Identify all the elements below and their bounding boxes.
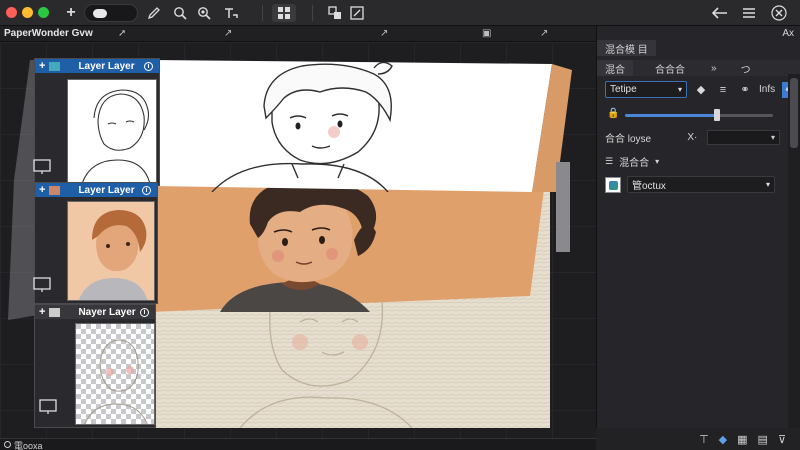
layer-thumbnail[interactable] [75, 323, 155, 425]
pen-icon[interactable] [146, 4, 162, 22]
add-layer-icon[interactable]: + [39, 185, 45, 196]
layer-select[interactable]: 管octux ▾ [627, 176, 775, 193]
scrollbar-thumb[interactable] [790, 78, 798, 148]
status-bar: 電ooxa [0, 438, 596, 450]
chevron-down-icon: ▾ [765, 180, 770, 189]
plus-icon[interactable]: + [64, 4, 78, 22]
layer-card[interactable]: + Layer Layer i [33, 58, 160, 186]
info-icon[interactable]: i [142, 185, 151, 195]
layers-icon[interactable]: ▤ [758, 433, 768, 446]
lock-icon[interactable]: 🔒 [607, 108, 619, 119]
opacity-slider-thumb[interactable] [714, 109, 720, 121]
eye-icon[interactable]: ◆ [719, 433, 727, 446]
property-select[interactable]: ▾ [707, 130, 780, 145]
add-layer-icon[interactable]: + [39, 61, 45, 72]
layer-select-value: 管octux [632, 181, 666, 192]
panel-header-tab[interactable]: 混合模 目 [597, 40, 656, 56]
info-icon[interactable]: i [144, 61, 153, 71]
panel-header-right: Ax [782, 28, 794, 39]
layer-sheet-color[interactable] [150, 174, 546, 312]
layer-name[interactable]: Layer Layer [78, 185, 134, 196]
layer-name[interactable]: Nayer Layer [78, 307, 135, 318]
layer-header[interactable]: + Nayer Layer i [35, 305, 155, 319]
chevron-down-icon: ▾ [677, 85, 682, 94]
layer-header[interactable]: + Layer Layer i [35, 59, 159, 73]
chevron-down-icon[interactable]: ▾ [655, 157, 659, 166]
grid-icon[interactable]: ▦ [737, 433, 747, 446]
top-toolbar: + [0, 0, 800, 26]
maximize-window-button[interactable] [38, 7, 49, 18]
layer-color-icon [605, 176, 621, 193]
menu-small-icon[interactable]: ☰ [605, 156, 613, 167]
layer-thumbnail[interactable] [67, 79, 157, 183]
close-window-button[interactable] [6, 7, 17, 18]
layer-header[interactable]: + Layer Layer i [35, 183, 157, 197]
layer-sheet-sketch[interactable] [152, 60, 572, 192]
monitor-icon[interactable] [33, 277, 51, 293]
link-icon[interactable]: ⚭ [737, 82, 753, 98]
layer-thumbnail-icon [49, 307, 61, 317]
status-dot-icon [4, 441, 11, 448]
layer-card[interactable]: + Nayer Layer i [34, 304, 156, 428]
add-layer-icon[interactable]: + [39, 307, 45, 318]
arrow-icon[interactable]: ↗ [224, 28, 232, 39]
search-icon[interactable] [172, 4, 188, 22]
panel-scrollbar[interactable] [788, 74, 800, 434]
minimize-window-button[interactable] [22, 7, 33, 18]
frame-icon[interactable]: ▣ [482, 28, 491, 39]
canvas-handle[interactable] [556, 162, 570, 252]
clear-icon[interactable]: X· [687, 132, 697, 143]
property-label: 合合 loyse [605, 134, 652, 145]
document-title[interactable]: PaperWonder Gvw [4, 28, 93, 39]
arrow-icon[interactable]: ↗ [540, 28, 548, 39]
pin-icon[interactable]: ➚ [118, 28, 126, 39]
layers-icon[interactable] [326, 4, 344, 22]
layer-card[interactable]: + Layer Layer i [33, 182, 158, 304]
tab-composite[interactable]: 合合合 [647, 60, 693, 76]
edit-icon[interactable] [348, 4, 366, 22]
layer-name[interactable]: Layer Layer [78, 61, 134, 72]
diamond-icon[interactable]: ◆ [693, 82, 709, 98]
bottom-toolbar: ⊤ ◆ ▦ ▤ ⊽ [596, 428, 800, 450]
tab-extra[interactable]: つ [733, 60, 759, 76]
document-tab-strip: PaperWonder Gvw ➚ ↗ ↗ ▣ ↗ [0, 26, 596, 42]
text-tool-icon[interactable] [222, 4, 240, 22]
info-icon[interactable]: i [140, 307, 149, 317]
tab-blend[interactable]: 混合 [597, 60, 633, 76]
grid-icon[interactable] [272, 4, 296, 22]
blend-row: Tetipe ▾ ◆ ≡ ⚭ Infs [605, 81, 780, 98]
arrow-icon[interactable]: ↗ [380, 28, 388, 39]
anchor-icon[interactable]: ⊽ [778, 433, 786, 446]
panel-tab-bar: 混合 合合合 » つ [597, 60, 800, 76]
view-toggle[interactable] [84, 4, 138, 22]
zoom-icon[interactable] [196, 4, 212, 22]
chevron-down-icon: ▾ [770, 133, 775, 142]
property-row: 合合 loyse X· ▾ [605, 130, 780, 145]
text-tool-icon[interactable]: ⊤ [699, 433, 709, 446]
blend-mode-value: Tetipe [610, 84, 637, 95]
align-icon[interactable]: ≡ [715, 82, 731, 98]
status-text: 電ooxa [14, 441, 43, 450]
blend-mode-select[interactable]: Tetipe ▾ [605, 81, 687, 98]
layer-thumbnail-icon [49, 185, 61, 195]
panel-header: 混合模 目 [597, 40, 656, 56]
opacity-slider-track [717, 114, 773, 117]
layer-thumbnail[interactable] [67, 201, 155, 301]
layer-select-row: 管octux ▾ [605, 176, 780, 193]
toggle-icon [93, 8, 107, 18]
canvas-area[interactable]: + Layer Layer i + Layer Layer i + Nayer … [0, 42, 596, 438]
blend-icons-text[interactable]: Infs [759, 84, 775, 95]
opacity-slider-fill [625, 114, 717, 117]
menu-icon[interactable] [740, 4, 758, 22]
tab-more[interactable]: » [703, 60, 725, 76]
monitor-icon[interactable] [33, 159, 51, 175]
back-icon[interactable] [710, 4, 730, 22]
opacity-row: 🔒 [605, 108, 777, 122]
layer-thumbnail-icon [49, 61, 61, 71]
properties-panel: 混合模 目 Ax 混合 合合合 » つ Tetipe ▾ ◆ ≡ ⚭ Infs … [596, 26, 800, 438]
monitor-icon[interactable] [39, 399, 57, 415]
group-label[interactable]: 混合合 [619, 154, 649, 169]
close-icon[interactable] [768, 4, 790, 22]
group-row: ☰ 混合合 ▾ [605, 154, 780, 169]
